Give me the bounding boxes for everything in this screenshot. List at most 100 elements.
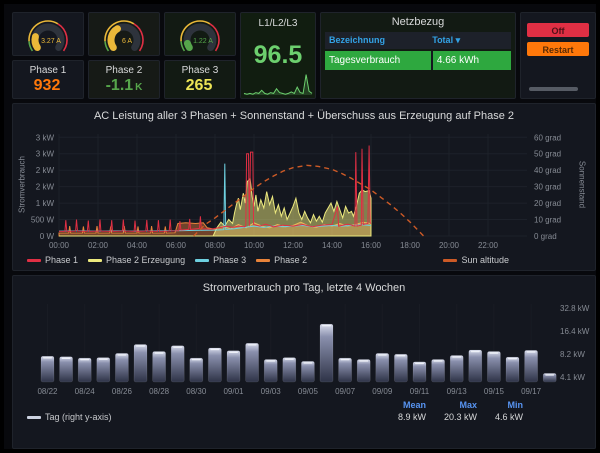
stat-value-phase2: -1.1K xyxy=(89,77,159,95)
legend-item-sun-altitude[interactable]: Sun altitude xyxy=(443,255,509,265)
row-bezeichnung: Tagesverbrauch xyxy=(325,51,433,70)
table-row[interactable]: Tagesverbrauch 4.66 kWh xyxy=(325,51,511,70)
ac-chart-legend: Phase 1 Phase 2 Erzeugung Phase 3 Phase 2 Su… xyxy=(27,255,581,265)
restart-button[interactable]: Restart xyxy=(527,42,589,56)
svg-text:08/30: 08/30 xyxy=(186,387,207,396)
legend-label: Tag (right y-axis) xyxy=(45,412,112,422)
legend-swatch xyxy=(195,259,209,262)
stat-title-phase1[interactable]: Phase 1 xyxy=(13,65,83,76)
svg-text:09/05: 09/05 xyxy=(298,387,319,396)
legend-item-phase-1[interactable]: Phase 1 xyxy=(27,255,78,265)
svg-text:0 grad: 0 grad xyxy=(534,232,557,241)
svg-text:08/24: 08/24 xyxy=(75,387,96,396)
svg-text:09/13: 09/13 xyxy=(447,387,468,396)
gauge-phase2-current: 6 A xyxy=(89,13,159,55)
svg-text:3.27 A: 3.27 A xyxy=(41,38,61,45)
legend-swatch xyxy=(443,259,457,262)
scrollbar[interactable] xyxy=(529,87,578,91)
legend-item-tag[interactable]: Tag (right y-axis) xyxy=(27,412,112,422)
svg-text:30 grad: 30 grad xyxy=(534,183,561,192)
gauge-panel-phase3: 1.22 A xyxy=(164,12,236,56)
stat-header[interactable]: Mean xyxy=(403,400,426,410)
svg-text:09/03: 09/03 xyxy=(261,387,282,396)
svg-text:04:00: 04:00 xyxy=(127,241,148,250)
stat-column-min: Min4.6 kW xyxy=(495,400,523,422)
svg-text:08/26: 08/26 xyxy=(112,387,133,396)
stat-column-max: Max 20.3 kW xyxy=(444,400,477,422)
netzbezug-table-header: Bezeichnung Total ▾ xyxy=(325,32,511,49)
stat-title-phase3[interactable]: Phase 3 xyxy=(165,65,235,76)
column-total[interactable]: Total ▾ xyxy=(432,35,507,46)
svg-text:60 grad: 60 grad xyxy=(534,133,561,142)
svg-text:2 kW: 2 kW xyxy=(36,166,55,175)
stat-panel-phase2: Phase 2 -1.1K xyxy=(88,60,160,99)
stat-panel-phase1: Phase 1 932 xyxy=(12,60,84,99)
daily-chart-legend: Tag (right y-axis) Mean8.9 kWMax20.3 kWM… xyxy=(27,400,581,422)
svg-text:14:00: 14:00 xyxy=(322,241,343,250)
svg-text:08/28: 08/28 xyxy=(149,387,170,396)
off-button[interactable]: Off xyxy=(527,23,589,37)
svg-text:0 W: 0 W xyxy=(40,232,55,241)
svg-text:10 grad: 10 grad xyxy=(534,216,561,225)
ac-chart-title[interactable]: AC Leistung aller 3 Phasen + Sonnenstand… xyxy=(13,104,595,122)
svg-text:09/15: 09/15 xyxy=(484,387,505,396)
svg-text:3 kW: 3 kW xyxy=(36,133,55,142)
stat-value: 8.9 kW xyxy=(398,412,426,422)
svg-text:10:00: 10:00 xyxy=(244,241,265,250)
svg-text:8.2 kW: 8.2 kW xyxy=(560,350,585,359)
stats-columns: Mean 8.9 kW Max 20.3 kW Min4.6 kW xyxy=(380,400,523,422)
daily-consumption-panel: Stromverbrauch pro Tag, letzte 4 Wochen … xyxy=(12,275,596,449)
svg-text:3 kW: 3 kW xyxy=(36,150,55,159)
ac-power-panel: AC Leistung aller 3 Phasen + Sonnenstand… xyxy=(12,103,596,271)
svg-text:500 W: 500 W xyxy=(31,216,55,225)
svg-text:22:00: 22:00 xyxy=(478,241,499,250)
daily-chart-canvas[interactable]: 08/22 08/24 08/26 08/28 08/30 09/01 09/03 09/05… xyxy=(13,298,597,402)
svg-text:1 kW: 1 kW xyxy=(36,199,55,208)
legend-item-phase-2-erzeugung[interactable]: Phase 2 Erzeugung xyxy=(88,255,185,265)
svg-text:18:00: 18:00 xyxy=(400,241,421,250)
svg-text:06:00: 06:00 xyxy=(166,241,187,250)
svg-text:09/07: 09/07 xyxy=(335,387,356,396)
gauge-panel-phase1: 3.27 A xyxy=(12,12,84,56)
legend-item-phase-3[interactable]: Phase 3 xyxy=(195,255,246,265)
gauge-panel-phase2: 6 A xyxy=(88,12,160,56)
svg-text:09/17: 09/17 xyxy=(521,387,542,396)
svg-text:16:00: 16:00 xyxy=(361,241,382,250)
daily-chart-title[interactable]: Stromverbrauch pro Tag, letzte 4 Wochen xyxy=(13,276,595,294)
svg-text:09/01: 09/01 xyxy=(223,387,244,396)
svg-text:1.22 A: 1.22 A xyxy=(193,38,213,45)
netzbezug-title[interactable]: Netzbezug xyxy=(321,16,515,28)
gauge-phase1-current: 3.27 A xyxy=(13,13,83,55)
stat-value-phase1: 932 xyxy=(13,77,83,95)
stat-title-phase2[interactable]: Phase 2 xyxy=(89,65,159,76)
l1l2l3-value: 96.5 xyxy=(241,41,315,70)
controls-panel: Off Restart xyxy=(520,12,596,99)
l1l2l3-panel: L1/L2/L3 96.5 xyxy=(240,12,316,99)
l1l2l3-title[interactable]: L1/L2/L3 xyxy=(241,18,315,29)
svg-text:32.8 kW: 32.8 kW xyxy=(560,304,590,313)
svg-text:6 A: 6 A xyxy=(122,38,132,45)
caret-down-icon: ▾ xyxy=(456,35,461,45)
stat-value: 20.3 kW xyxy=(444,412,477,422)
legend-swatch xyxy=(88,259,102,262)
legend-item-phase-2[interactable]: Phase 2 xyxy=(256,255,307,265)
svg-text:50 grad: 50 grad xyxy=(534,150,561,159)
stat-header[interactable]: Min xyxy=(508,400,524,410)
stat-header[interactable]: Max xyxy=(459,400,477,410)
netzbezug-panel: Netzbezug Bezeichnung Total ▾ Tagesverbr… xyxy=(320,12,516,99)
column-bezeichnung[interactable]: Bezeichnung xyxy=(329,35,432,46)
svg-text:4.1 kW: 4.1 kW xyxy=(560,373,585,382)
svg-text:2 kW: 2 kW xyxy=(36,183,55,192)
svg-text:00:00: 00:00 xyxy=(49,241,70,250)
svg-text:09/09: 09/09 xyxy=(372,387,393,396)
svg-text:08:00: 08:00 xyxy=(205,241,226,250)
ac-chart-canvas[interactable]: 0 W500 W1 kW2 kW2 kW3 kW3 kW00:0002:0004… xyxy=(13,128,597,256)
legend-swatch xyxy=(27,416,41,419)
l1l2l3-sparkline xyxy=(242,71,314,97)
svg-text:08/22: 08/22 xyxy=(37,387,58,396)
gauge-phase3-current: 1.22 A xyxy=(165,13,235,55)
svg-text:16.4 kW: 16.4 kW xyxy=(560,327,590,336)
stat-panel-phase3: Phase 3 265 xyxy=(164,60,236,99)
svg-text:40 grad: 40 grad xyxy=(534,166,561,175)
dashboard: 3.27 A 6 A 1.22 A Phase 1 932 Phase 2 -1… xyxy=(4,4,596,449)
